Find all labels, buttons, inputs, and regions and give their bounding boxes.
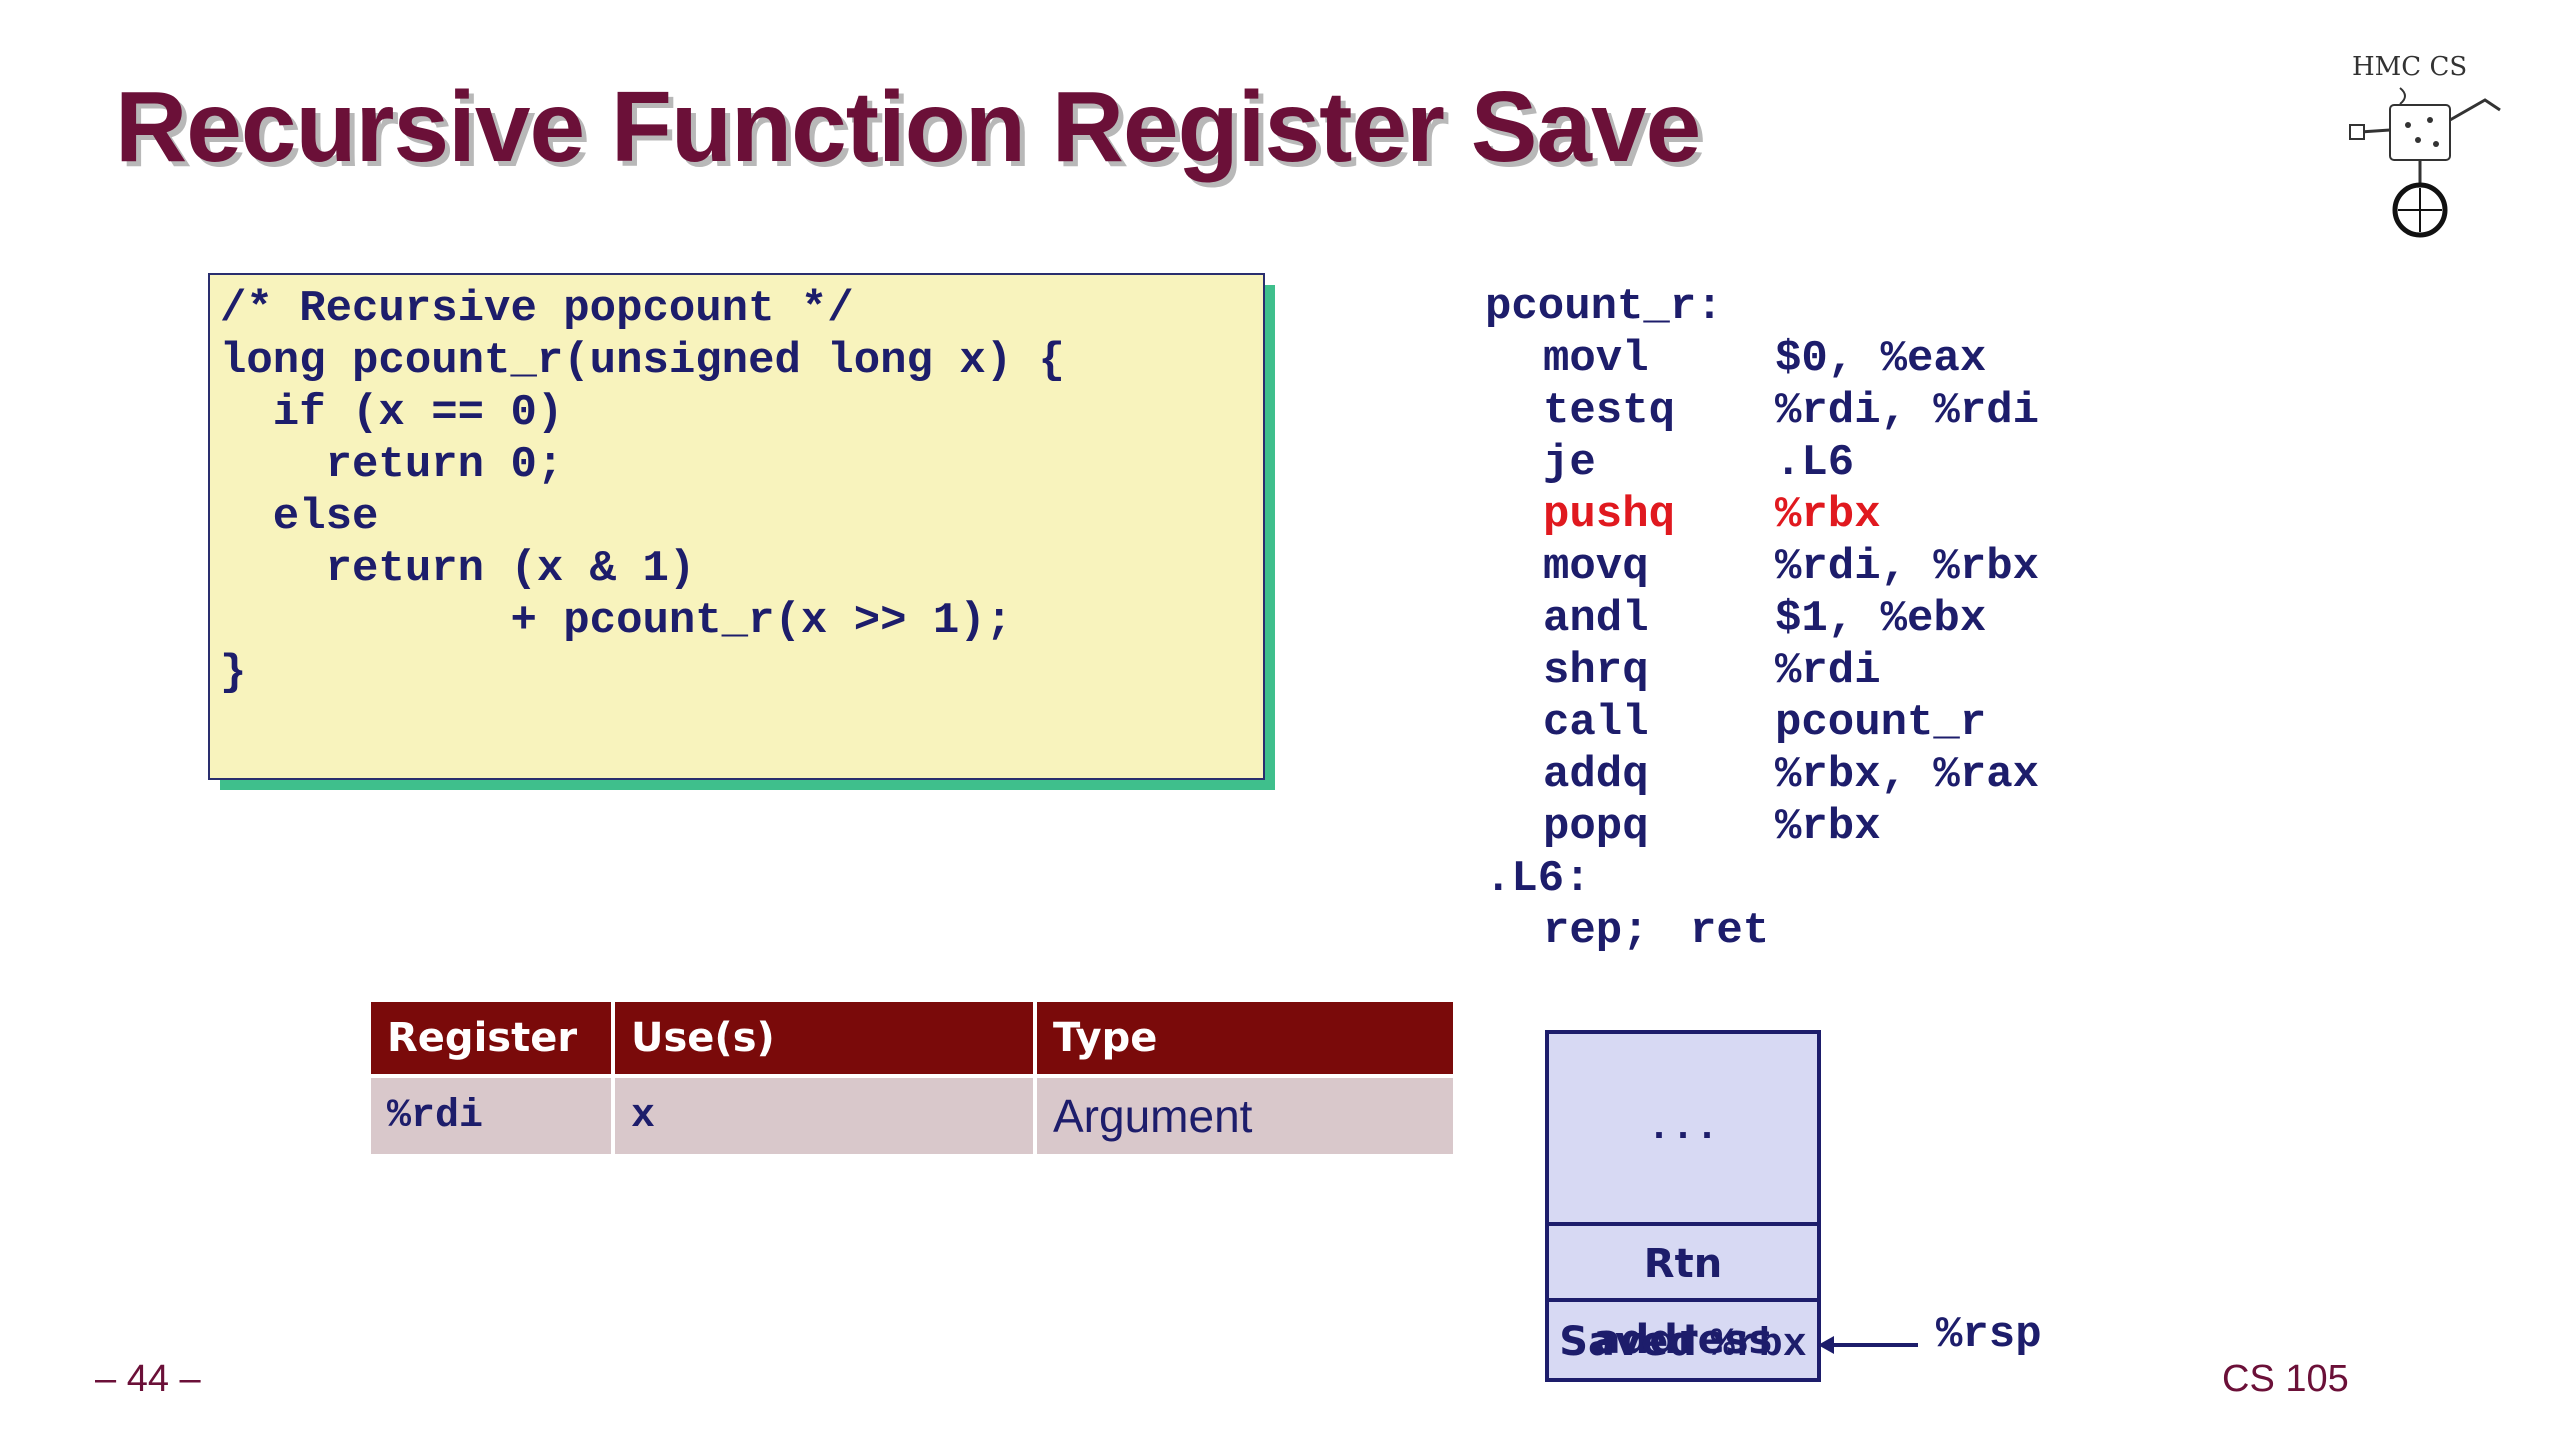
- asm-op: shrq: [1543, 646, 1649, 696]
- asm-args: %rdi, %rbx: [1775, 542, 2040, 592]
- cell-use: x: [613, 1074, 1037, 1154]
- code-line: if (x == 0): [220, 388, 564, 438]
- stack-saved-label: Saved: [1559, 1319, 1697, 1365]
- asm-op: movl: [1543, 334, 1649, 384]
- code-line: long pcount_r(unsigned long x) {: [220, 336, 1065, 386]
- code-line: return 0;: [220, 440, 564, 490]
- asm-args-highlight: %rbx: [1775, 490, 1881, 540]
- asm-args: $0, %eax: [1775, 334, 1987, 384]
- asm-op: je: [1543, 438, 1596, 488]
- stack-ellipsis: ...: [1646, 1106, 1719, 1151]
- code-line: return (x & 1): [220, 544, 696, 594]
- cell-register: %rdi: [371, 1074, 615, 1154]
- asm-args: .L6: [1775, 438, 1855, 488]
- asm-op: andl: [1543, 594, 1649, 644]
- asm-args: pcount_r: [1775, 698, 1987, 748]
- cell-type: Argument: [1035, 1074, 1453, 1154]
- asm-args: %rdi, %rdi: [1775, 386, 2040, 436]
- header-type: Type: [1035, 1002, 1453, 1076]
- stack-diagram: ... Rtn address Saved %rbx: [1545, 1030, 1821, 1382]
- asm-args: %rbx, %rax: [1775, 750, 2040, 800]
- rsp-label: %rsp: [1936, 1310, 2042, 1360]
- table-row: %rdi x Argument: [371, 1074, 1453, 1154]
- logo-text: HMC CS: [2352, 52, 2467, 82]
- hmc-cs-logo: HMC CS: [2349, 52, 2501, 238]
- asm-args: %rbx: [1775, 802, 1881, 852]
- register-table: Register Use(s) Type %rdi x Argument: [371, 1002, 1453, 1154]
- asm-op: rep;: [1543, 906, 1649, 956]
- asm-op: testq: [1543, 386, 1676, 436]
- asm-label-l6: .L6:: [1485, 854, 1591, 904]
- asm-args: %rdi: [1775, 646, 1881, 696]
- page-number: – 44 –: [95, 1358, 201, 1400]
- code-line: /* Recursive popcount */: [220, 284, 854, 334]
- header-uses: Use(s): [613, 1002, 1037, 1076]
- code-line: }: [220, 648, 247, 698]
- rsp-arrow-icon: [1818, 1336, 1918, 1354]
- asm-label-pcount: pcount_r:: [1485, 282, 1723, 332]
- asm-op-highlight: pushq: [1543, 490, 1676, 540]
- c-code-box: /* Recursive popcount */ long pcount_r(u…: [208, 273, 1265, 780]
- asm-op: addq: [1543, 750, 1649, 800]
- stack-rtn-address: Rtn address: [1549, 1222, 1817, 1363]
- slide-title: Recursive Function Register Save: [115, 71, 1701, 183]
- header-register: Register: [371, 1002, 615, 1076]
- asm-args: $1, %ebx: [1775, 594, 1987, 644]
- stack-saved-reg: %rbx: [1710, 1323, 1807, 1368]
- asm-args: ret: [1690, 906, 1770, 956]
- asm-op: movq: [1543, 542, 1649, 592]
- stack-saved-rbx: Saved %rbx: [1549, 1298, 1817, 1378]
- asm-op: popq: [1543, 802, 1649, 852]
- asm-op: call: [1543, 698, 1649, 748]
- table-header-row: Register Use(s) Type: [371, 1002, 1453, 1076]
- course-label: CS 105: [2222, 1358, 2349, 1400]
- code-line: else: [220, 492, 379, 542]
- code-line: + pcount_r(x >> 1);: [220, 596, 1013, 646]
